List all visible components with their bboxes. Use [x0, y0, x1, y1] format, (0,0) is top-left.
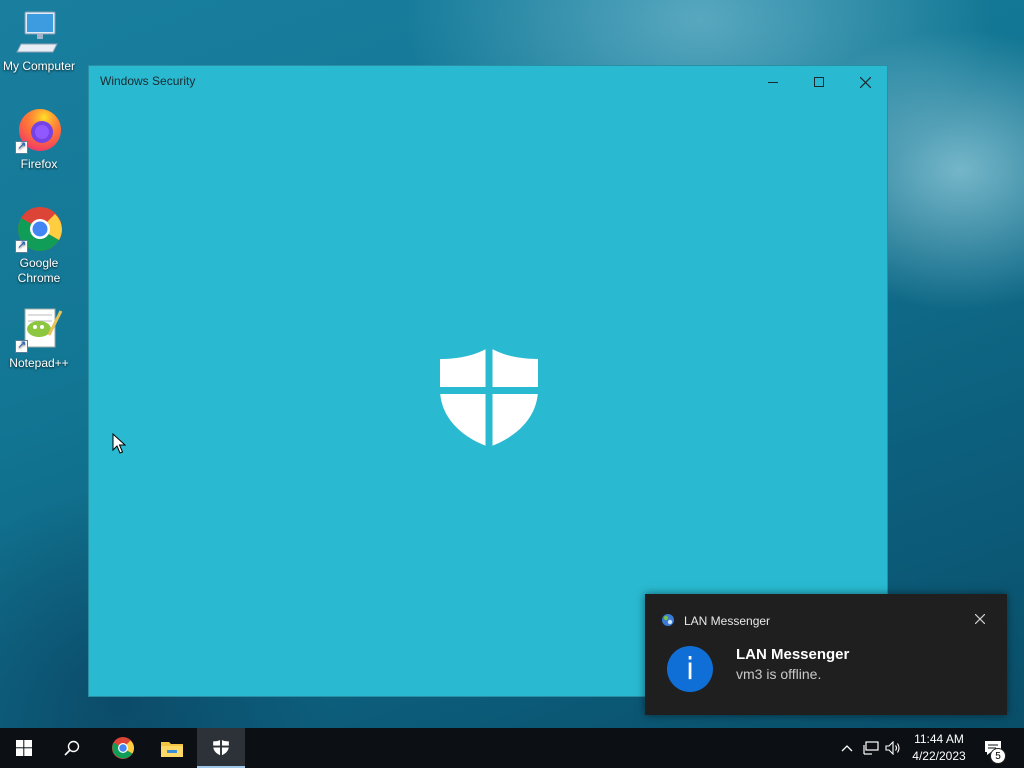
network-icon: [863, 741, 879, 755]
window-titlebar[interactable]: Windows Security: [89, 66, 887, 98]
taskbar-file-explorer[interactable]: [148, 728, 196, 768]
desktop-icon-label: Notepad++: [9, 356, 69, 370]
start-icon: [16, 740, 32, 756]
mouse-cursor: [112, 433, 126, 454]
notification-title: LAN Messenger: [736, 646, 850, 663]
desktop-icon-label: Firefox: [20, 157, 58, 171]
desktop-icon-my-computer[interactable]: My Computer: [1, 8, 77, 74]
volume-button[interactable]: [884, 739, 902, 757]
minimize-button[interactable]: [750, 66, 796, 98]
clock-time: 11:44 AM: [914, 732, 964, 746]
info-icon: i: [667, 646, 713, 692]
chrome-icon: [112, 737, 134, 759]
notification-toast[interactable]: LAN Messenger i LAN Messenger vm3 is off…: [645, 594, 1007, 715]
clock-button[interactable]: 11:44 AM 4/22/2023: [905, 728, 973, 768]
desktop-icon-label: My Computer: [2, 59, 76, 73]
computer-icon: [15, 8, 63, 56]
notification-close-button[interactable]: [969, 608, 991, 630]
chevron-up-icon: [841, 745, 853, 752]
notepadpp-icon: [15, 305, 63, 353]
desktop-icon-label: Google Chrome: [17, 256, 61, 285]
maximize-icon: [814, 77, 824, 87]
window-title: Windows Security: [100, 74, 196, 88]
taskbar: 11:44 AM 4/22/2023 5: [0, 728, 1024, 768]
desktop-icon-google-chrome[interactable]: Google Chrome: [1, 205, 77, 286]
taskbar-chrome[interactable]: [99, 728, 147, 768]
maximize-button[interactable]: [796, 66, 842, 98]
network-button[interactable]: [862, 739, 880, 757]
clock-date: 4/22/2023: [912, 749, 966, 763]
notification-message: vm3 is offline.: [736, 666, 822, 682]
search-button[interactable]: [48, 728, 96, 768]
desktop-icon-notepadpp[interactable]: Notepad++: [1, 305, 77, 371]
firefox-icon: [15, 106, 63, 154]
file-explorer-icon: [161, 742, 183, 757]
windows-defender-shield-icon: [439, 345, 539, 454]
close-button[interactable]: [842, 66, 888, 98]
minimize-icon: [768, 82, 778, 83]
notifications-count-badge: 5: [990, 748, 1006, 764]
taskbar-windows-security[interactable]: [197, 728, 245, 768]
close-icon: [975, 614, 985, 624]
notification-app-name: LAN Messenger: [684, 614, 771, 628]
windows-security-icon: [213, 738, 229, 756]
start-button[interactable]: [0, 728, 48, 768]
lan-messenger-app-icon: [661, 613, 675, 627]
show-hidden-icons-button[interactable]: [838, 739, 856, 757]
close-icon: [859, 76, 871, 88]
chrome-icon: [15, 205, 63, 253]
search-icon: [64, 740, 80, 756]
desktop-icon-firefox[interactable]: Firefox: [1, 106, 77, 172]
speaker-icon: [885, 741, 900, 755]
